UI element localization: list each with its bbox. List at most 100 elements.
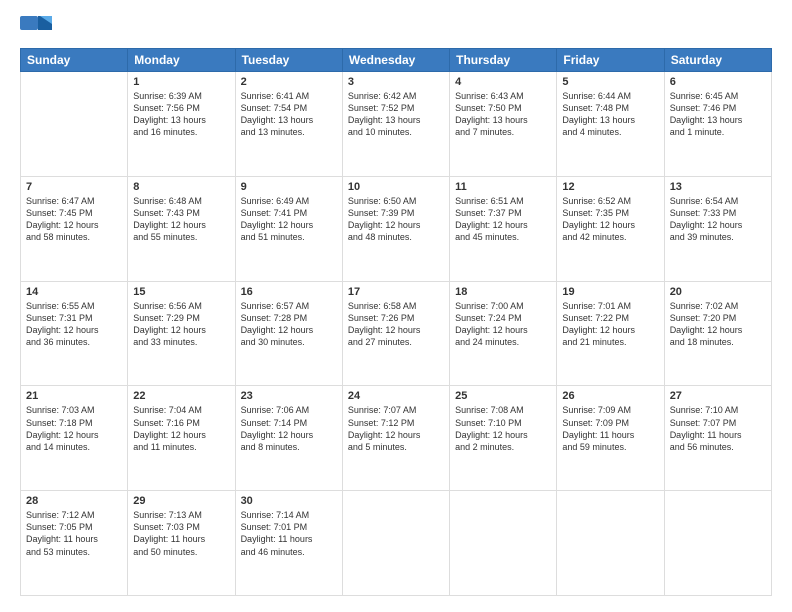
day-number: 24 bbox=[348, 390, 444, 402]
day-cell: 3 Sunrise: 6:42 AM Sunset: 7:52 PM Daylig… bbox=[342, 72, 449, 177]
day-cell: 10 Sunrise: 6:50 AM Sunset: 7:39 PM Dayli… bbox=[342, 176, 449, 281]
day-number: 3 bbox=[348, 76, 444, 88]
day-info: Sunrise: 7:03 AM Sunset: 7:18 PM Dayligh… bbox=[26, 404, 122, 453]
day-info: Sunrise: 6:45 AM Sunset: 7:46 PM Dayligh… bbox=[670, 90, 766, 139]
day-number: 11 bbox=[455, 181, 551, 193]
day-number: 4 bbox=[455, 76, 551, 88]
week-row-4: 21 Sunrise: 7:03 AM Sunset: 7:18 PM Dayli… bbox=[21, 386, 772, 491]
day-cell: 7 Sunrise: 6:47 AM Sunset: 7:45 PM Daylig… bbox=[21, 176, 128, 281]
day-info: Sunrise: 7:13 AM Sunset: 7:03 PM Dayligh… bbox=[133, 509, 229, 558]
day-cell bbox=[342, 491, 449, 596]
day-info: Sunrise: 6:47 AM Sunset: 7:45 PM Dayligh… bbox=[26, 195, 122, 244]
day-number: 30 bbox=[241, 495, 337, 507]
day-number: 20 bbox=[670, 286, 766, 298]
day-number: 10 bbox=[348, 181, 444, 193]
day-cell: 14 Sunrise: 6:55 AM Sunset: 7:31 PM Dayli… bbox=[21, 281, 128, 386]
day-number: 22 bbox=[133, 390, 229, 402]
day-number: 9 bbox=[241, 181, 337, 193]
day-info: Sunrise: 7:07 AM Sunset: 7:12 PM Dayligh… bbox=[348, 404, 444, 453]
day-cell: 29 Sunrise: 7:13 AM Sunset: 7:03 PM Dayli… bbox=[128, 491, 235, 596]
day-cell: 23 Sunrise: 7:06 AM Sunset: 7:14 PM Dayli… bbox=[235, 386, 342, 491]
calendar-table: Sunday Monday Tuesday Wednesday Thursday… bbox=[20, 48, 772, 596]
header-sunday: Sunday bbox=[21, 49, 128, 72]
day-cell: 1 Sunrise: 6:39 AM Sunset: 7:56 PM Daylig… bbox=[128, 72, 235, 177]
day-number: 12 bbox=[562, 181, 658, 193]
day-cell: 5Sunrise: 6:44 AM Sunset: 7:48 PM Daylig… bbox=[557, 72, 664, 177]
day-number: 6 bbox=[670, 76, 766, 88]
header-tuesday: Tuesday bbox=[235, 49, 342, 72]
day-cell: 2Sunrise: 6:41 AM Sunset: 7:54 PM Daylig… bbox=[235, 72, 342, 177]
week-row-2: 7 Sunrise: 6:47 AM Sunset: 7:45 PM Daylig… bbox=[21, 176, 772, 281]
day-cell: 28Sunrise: 7:12 AM Sunset: 7:05 PM Dayli… bbox=[21, 491, 128, 596]
day-info: Sunrise: 6:39 AM Sunset: 7:56 PM Dayligh… bbox=[133, 90, 229, 139]
day-info: Sunrise: 7:06 AM Sunset: 7:14 PM Dayligh… bbox=[241, 404, 337, 453]
day-number: 17 bbox=[348, 286, 444, 298]
day-number: 1 bbox=[133, 76, 229, 88]
day-number: 8 bbox=[133, 181, 229, 193]
day-cell: 19 Sunrise: 7:01 AM Sunset: 7:22 PM Dayli… bbox=[557, 281, 664, 386]
day-info: Sunrise: 6:43 AM Sunset: 7:50 PM Dayligh… bbox=[455, 90, 551, 139]
day-info: Sunrise: 6:52 AM Sunset: 7:35 PM Dayligh… bbox=[562, 195, 658, 244]
day-cell: 24 Sunrise: 7:07 AM Sunset: 7:12 PM Dayli… bbox=[342, 386, 449, 491]
day-cell: 27 Sunrise: 7:10 AM Sunset: 7:07 PM Dayli… bbox=[664, 386, 771, 491]
day-info: Sunrise: 7:09 AM Sunset: 7:09 PM Dayligh… bbox=[562, 404, 658, 453]
day-cell: 15 Sunrise: 6:56 AM Sunset: 7:29 PM Dayli… bbox=[128, 281, 235, 386]
day-number: 21 bbox=[26, 390, 122, 402]
header-thursday: Thursday bbox=[450, 49, 557, 72]
day-cell: 25 Sunrise: 7:08 AM Sunset: 7:10 PM Dayli… bbox=[450, 386, 557, 491]
week-row-3: 14 Sunrise: 6:55 AM Sunset: 7:31 PM Dayli… bbox=[21, 281, 772, 386]
day-cell: 13Sunrise: 6:54 AM Sunset: 7:33 PM Dayli… bbox=[664, 176, 771, 281]
day-cell: 16Sunrise: 6:57 AM Sunset: 7:28 PM Dayli… bbox=[235, 281, 342, 386]
day-number: 2 bbox=[241, 76, 337, 88]
day-number: 28 bbox=[26, 495, 122, 507]
header-friday: Friday bbox=[557, 49, 664, 72]
day-cell: 8 Sunrise: 6:48 AM Sunset: 7:43 PM Daylig… bbox=[128, 176, 235, 281]
header-wednesday: Wednesday bbox=[342, 49, 449, 72]
day-number: 25 bbox=[455, 390, 551, 402]
day-info: Sunrise: 6:49 AM Sunset: 7:41 PM Dayligh… bbox=[241, 195, 337, 244]
day-number: 15 bbox=[133, 286, 229, 298]
day-cell bbox=[21, 72, 128, 177]
day-cell: 18 Sunrise: 7:00 AM Sunset: 7:24 PM Dayli… bbox=[450, 281, 557, 386]
logo bbox=[20, 16, 56, 38]
day-number: 7 bbox=[26, 181, 122, 193]
day-info: Sunrise: 7:02 AM Sunset: 7:20 PM Dayligh… bbox=[670, 300, 766, 349]
day-info: Sunrise: 7:00 AM Sunset: 7:24 PM Dayligh… bbox=[455, 300, 551, 349]
day-cell bbox=[664, 491, 771, 596]
day-number: 5 bbox=[562, 76, 658, 88]
day-cell: 22 Sunrise: 7:04 AM Sunset: 7:16 PM Dayli… bbox=[128, 386, 235, 491]
day-number: 27 bbox=[670, 390, 766, 402]
day-info: Sunrise: 6:50 AM Sunset: 7:39 PM Dayligh… bbox=[348, 195, 444, 244]
day-info: Sunrise: 7:10 AM Sunset: 7:07 PM Dayligh… bbox=[670, 404, 766, 453]
day-number: 18 bbox=[455, 286, 551, 298]
day-cell: 21 Sunrise: 7:03 AM Sunset: 7:18 PM Dayli… bbox=[21, 386, 128, 491]
day-info: Sunrise: 7:01 AM Sunset: 7:22 PM Dayligh… bbox=[562, 300, 658, 349]
day-info: Sunrise: 7:08 AM Sunset: 7:10 PM Dayligh… bbox=[455, 404, 551, 453]
day-number: 14 bbox=[26, 286, 122, 298]
day-number: 23 bbox=[241, 390, 337, 402]
day-number: 29 bbox=[133, 495, 229, 507]
day-info: Sunrise: 6:58 AM Sunset: 7:26 PM Dayligh… bbox=[348, 300, 444, 349]
day-info: Sunrise: 6:55 AM Sunset: 7:31 PM Dayligh… bbox=[26, 300, 122, 349]
page: Sunday Monday Tuesday Wednesday Thursday… bbox=[0, 0, 792, 612]
day-cell: 26Sunrise: 7:09 AM Sunset: 7:09 PM Dayli… bbox=[557, 386, 664, 491]
day-number: 13 bbox=[670, 181, 766, 193]
day-cell: 30 Sunrise: 7:14 AM Sunset: 7:01 PM Dayli… bbox=[235, 491, 342, 596]
day-cell: 6 Sunrise: 6:45 AM Sunset: 7:46 PM Daylig… bbox=[664, 72, 771, 177]
day-info: Sunrise: 6:56 AM Sunset: 7:29 PM Dayligh… bbox=[133, 300, 229, 349]
day-cell: 20 Sunrise: 7:02 AM Sunset: 7:20 PM Dayli… bbox=[664, 281, 771, 386]
day-cell bbox=[557, 491, 664, 596]
day-cell: 11Sunrise: 6:51 AM Sunset: 7:37 PM Dayli… bbox=[450, 176, 557, 281]
day-number: 19 bbox=[562, 286, 658, 298]
week-row-5: 28Sunrise: 7:12 AM Sunset: 7:05 PM Dayli… bbox=[21, 491, 772, 596]
day-info: Sunrise: 6:48 AM Sunset: 7:43 PM Dayligh… bbox=[133, 195, 229, 244]
day-info: Sunrise: 6:42 AM Sunset: 7:52 PM Dayligh… bbox=[348, 90, 444, 139]
weekday-header-row: Sunday Monday Tuesday Wednesday Thursday… bbox=[21, 49, 772, 72]
header bbox=[20, 16, 772, 38]
header-monday: Monday bbox=[128, 49, 235, 72]
day-info: Sunrise: 7:14 AM Sunset: 7:01 PM Dayligh… bbox=[241, 509, 337, 558]
header-saturday: Saturday bbox=[664, 49, 771, 72]
week-row-1: 1 Sunrise: 6:39 AM Sunset: 7:56 PM Daylig… bbox=[21, 72, 772, 177]
day-info: Sunrise: 7:04 AM Sunset: 7:16 PM Dayligh… bbox=[133, 404, 229, 453]
day-cell: 12 Sunrise: 6:52 AM Sunset: 7:35 PM Dayli… bbox=[557, 176, 664, 281]
